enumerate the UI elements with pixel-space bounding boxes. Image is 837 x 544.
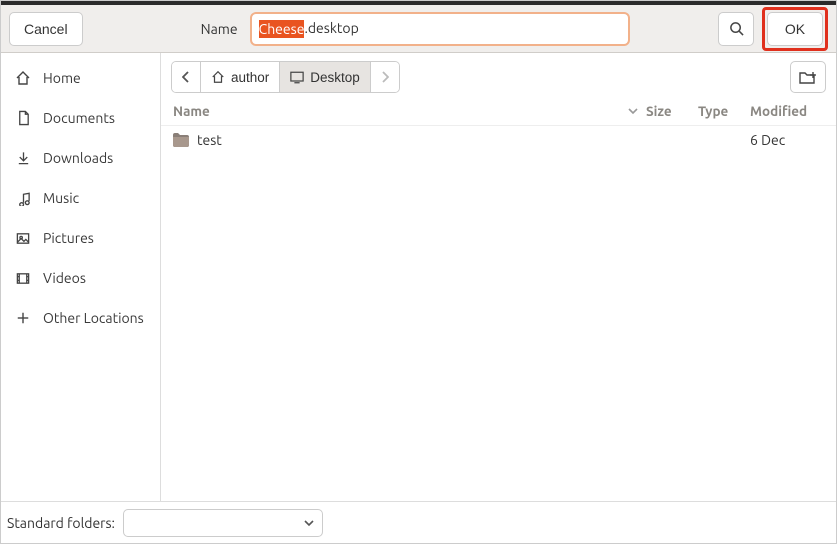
sidebar-item-label: Other Locations: [43, 310, 144, 326]
sidebar-item-label: Videos: [43, 270, 86, 286]
filename-input[interactable]: [250, 12, 630, 46]
music-icon: [15, 190, 31, 206]
path-bar: author Desktop: [171, 61, 400, 93]
documents-icon: [15, 110, 31, 126]
plus-icon: [15, 311, 31, 325]
desktop-icon: [290, 71, 304, 84]
sidebar-item-videos[interactable]: Videos: [1, 259, 160, 297]
sidebar-item-home[interactable]: Home: [1, 59, 160, 97]
sidebar-item-documents[interactable]: Documents: [1, 99, 160, 137]
filename-field-wrap: Cheese.desktop: [250, 12, 630, 46]
ok-button[interactable]: OK: [767, 12, 823, 46]
column-header-type[interactable]: Type: [698, 103, 750, 119]
path-back-button[interactable]: [172, 62, 201, 92]
path-forward-button[interactable]: [371, 62, 399, 92]
new-folder-button[interactable]: [790, 61, 826, 93]
videos-icon: [15, 271, 31, 286]
folder-icon: [173, 133, 189, 147]
path-segment-author[interactable]: author: [201, 62, 280, 92]
sidebar-item-music[interactable]: Music: [1, 179, 160, 217]
sidebar-item-label: Pictures: [43, 230, 94, 246]
sidebar-item-label: Downloads: [43, 150, 113, 166]
path-segment-desktop[interactable]: Desktop: [280, 62, 371, 92]
column-header-label: Name: [173, 103, 210, 119]
column-headers: Name Size Type Modified: [161, 97, 836, 126]
file-modified: 6 Dec: [750, 132, 824, 148]
dialog-footer: Standard folders:: [1, 501, 836, 543]
file-name: test: [197, 132, 222, 148]
name-label: Name: [91, 21, 238, 37]
path-segment-label: Desktop: [310, 70, 360, 85]
home-icon: [211, 70, 225, 84]
downloads-icon: [15, 150, 31, 166]
main-panel: author Desktop Name: [161, 53, 836, 501]
column-header-modified[interactable]: Modified: [750, 103, 824, 119]
sidebar-item-other-locations[interactable]: Other Locations: [1, 299, 160, 337]
dialog-header: Cancel Name Cheese.desktop OK: [1, 5, 836, 53]
standard-folders-label: Standard folders:: [7, 515, 115, 531]
search-button[interactable]: [718, 12, 754, 46]
home-icon: [15, 70, 31, 86]
file-list: test 6 Dec: [161, 126, 836, 154]
path-toolbar: author Desktop: [161, 53, 836, 97]
chevron-right-icon: [381, 71, 389, 83]
cancel-button[interactable]: Cancel: [9, 12, 83, 46]
ok-button-highlight: OK: [762, 7, 828, 51]
sidebar-item-pictures[interactable]: Pictures: [1, 219, 160, 257]
chevron-down-icon: [304, 519, 314, 527]
new-folder-icon: [799, 70, 817, 85]
chevron-down-icon: [628, 107, 638, 115]
sidebar-item-downloads[interactable]: Downloads: [1, 139, 160, 177]
sort-indicator: [628, 107, 646, 115]
search-icon: [729, 21, 744, 36]
path-segment-label: author: [231, 70, 269, 85]
places-sidebar: Home Documents Downloads Music Pictures: [1, 53, 161, 501]
list-item[interactable]: test 6 Dec: [161, 126, 836, 154]
pictures-icon: [15, 231, 31, 246]
sidebar-item-label: Documents: [43, 110, 115, 126]
chevron-left-icon: [182, 71, 190, 83]
column-header-size[interactable]: Size: [646, 103, 698, 119]
standard-folders-dropdown[interactable]: [123, 509, 323, 537]
column-header-name[interactable]: Name: [173, 103, 646, 119]
sidebar-item-label: Music: [43, 190, 79, 206]
sidebar-item-label: Home: [43, 70, 81, 86]
